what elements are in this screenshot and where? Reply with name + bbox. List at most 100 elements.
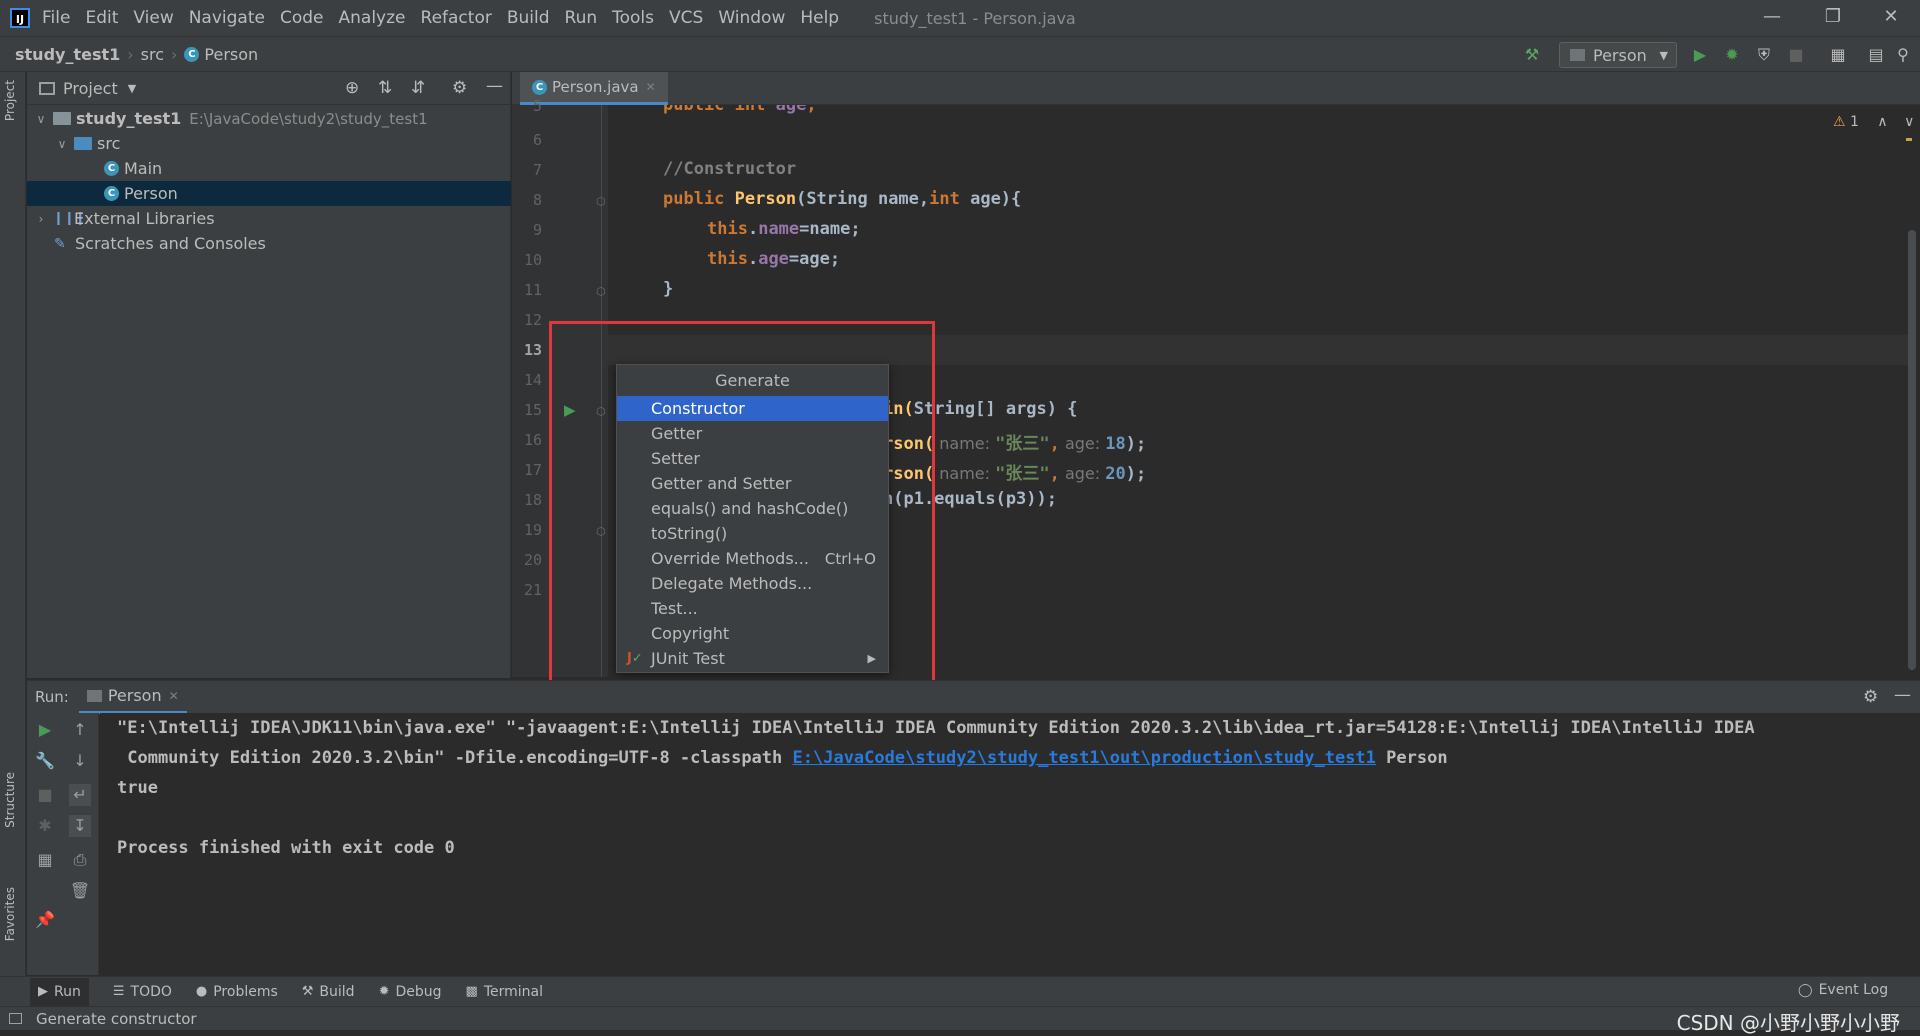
line-number: 9 [532,221,542,239]
previous-highlight-icon[interactable]: ∧ [1877,114,1887,130]
status-message: Generate constructor [36,1009,197,1028]
coverage-icon[interactable]: ⛨ [1754,45,1774,65]
classpath-link[interactable]: E:\JavaCode\study2\study_test1\out\produ… [793,748,1376,768]
fold-icon[interactable]: ⬡ [596,285,606,298]
tool-run[interactable]: ▶ Run [30,977,89,1006]
trash-icon[interactable]: 🗑 [69,880,91,902]
tree-item-person[interactable]: C Person [27,181,511,206]
next-highlight-icon[interactable]: ∨ [1904,114,1914,130]
tool-terminal[interactable]: ▩ Terminal [466,984,543,1000]
breadcrumb-src[interactable]: src [141,45,164,64]
menu-file[interactable]: File [42,8,70,28]
expand-all-icon[interactable]: ⇅ [378,78,392,98]
tree-item-study-test1[interactable]: ∨ study_test1 E:\JavaCode\study2\study_t… [27,106,511,131]
hide-panel-icon[interactable]: — [1894,685,1911,705]
gear-icon[interactable]: ⚙ [452,78,467,98]
dump-threads-icon[interactable]: ✱ [34,815,56,837]
breadcrumb-project[interactable]: study_test1 [15,45,120,64]
gear-icon[interactable]: ⚙ [1863,687,1878,707]
console-line: "E:\Intellij IDEA\JDK11\bin\java.exe" "-… [117,718,1755,738]
application-icon [86,689,102,702]
tree-item-label: study_test1 [76,109,182,128]
line-number: 8 [532,191,542,209]
chevron-right-icon[interactable]: › [33,212,49,226]
scroll-down-icon[interactable]: ↓ [69,750,91,772]
menu-help[interactable]: Help [800,8,839,28]
scroll-up-icon[interactable]: ↑ [69,719,91,741]
menu-run[interactable]: Run [565,8,598,28]
line-number: 19 [523,521,542,539]
tool-debug[interactable]: ✹ Debug [379,984,442,1000]
menu-tools[interactable]: Tools [612,8,654,28]
menu-navigate[interactable]: Navigate [189,8,265,28]
chevron-down-icon[interactable]: ∨ [54,137,70,151]
layout-icon[interactable]: ▦ [34,849,56,871]
fold-icon[interactable]: ⬡ [596,195,606,208]
tab-person-java[interactable]: C Person.java ✕ [520,72,668,105]
warning-icon: ⚠ [1833,114,1846,130]
breadcrumb-file[interactable]: Person [204,45,258,64]
menu-build[interactable]: Build [507,8,550,28]
chevron-down-icon[interactable]: ∨ [33,112,49,126]
tree-item-main[interactable]: C Main [27,156,511,181]
error-stripe-mark[interactable] [1906,138,1912,141]
debug-icon[interactable]: ✹ [1722,45,1742,65]
restore-icon[interactable]: ❐ [1821,6,1845,30]
tool-todo[interactable]: ☰ TODO [113,984,172,1000]
tree-item-src[interactable]: ∨ src [27,131,511,156]
locate-target-icon[interactable]: ⊕ [345,78,359,98]
hide-panel-icon[interactable]: — [486,76,503,96]
tool-problems[interactable]: ● Problems [196,984,278,1000]
line-number: 20 [523,551,542,569]
menu-code[interactable]: Code [280,8,324,28]
close-tab-icon[interactable]: ✕ [646,80,656,94]
menu-refactor[interactable]: Refactor [421,8,492,28]
collapse-all-icon[interactable]: ⇵ [411,78,425,98]
run-tab-person[interactable]: Person ✕ [78,681,187,714]
watermark-text: CSDN @小野小野小小野 [1676,1011,1900,1035]
soft-wrap-icon[interactable]: ↵ [69,784,91,806]
run-icon[interactable]: ▶ [1690,45,1710,65]
stop-icon[interactable]: ■ [34,784,56,806]
project-tool-tab[interactable]: Project [3,80,17,121]
favorites-tool-tab[interactable]: Favorites [3,887,17,941]
stop-icon[interactable]: ■ [1786,45,1806,65]
pin-icon[interactable]: 📌 [34,909,56,931]
editor-scrollbar[interactable] [1908,230,1916,670]
tool-event-log[interactable]: ◯ Event Log [1798,982,1888,998]
tool-windows-toggle-icon[interactable] [9,1013,22,1024]
scroll-to-end-icon[interactable]: ↧ [69,815,91,837]
run-configuration-select[interactable]: Person ▼ [1559,42,1677,68]
close-icon[interactable]: ✕ [1879,6,1903,30]
wrench-icon[interactable]: 🔧 [34,750,56,772]
terminal-icon: ▩ [465,984,478,999]
rerun-icon[interactable]: ▶ [34,719,56,741]
menu-edit[interactable]: Edit [85,8,118,28]
print-icon[interactable]: ⎙ [69,849,91,871]
class-icon: C [104,161,119,176]
presentation-icon[interactable]: ▤ [1866,45,1886,65]
console-output[interactable]: "E:\Intellij IDEA\JDK11\bin\java.exe" "-… [100,713,1920,975]
inspection-widget[interactable]: ⚠ 1 ∧ ∨ [1833,114,1914,130]
annotation-highlight-box [549,321,935,694]
structure-tool-tab[interactable]: Structure [3,772,17,828]
project-structure-icon[interactable]: ▦ [1828,45,1848,65]
tree-item-scratches[interactable]: ✎ Scratches and Consoles [27,231,511,256]
close-tab-icon[interactable]: ✕ [169,689,179,703]
run-tab-label: Person [107,686,162,705]
search-icon[interactable]: ⚲ [1893,45,1913,65]
bottom-tool-window-bar: ▶ Run ☰ TODO ● Problems ⚒ Build ✹ Debug ▩ Term… [0,976,1920,1006]
tool-build[interactable]: ⚒ Build [302,984,355,1000]
menu-bar: IJ File Edit View Navigate Code Analyze … [0,0,1920,36]
menu-window[interactable]: Window [718,8,785,28]
dropdown-arrow-icon[interactable]: ▼ [128,82,136,95]
source-folder-icon [74,137,92,150]
code-line-11: } [663,279,674,299]
tree-item-external-libraries[interactable]: › ❙❙❙ External Libraries [27,206,511,231]
build-hammer-icon[interactable]: ⚒ [1522,45,1542,65]
menu-view[interactable]: View [133,8,173,28]
project-panel-title[interactable]: Project [63,79,118,98]
minimize-icon[interactable]: — [1760,6,1784,30]
menu-analyze[interactable]: Analyze [339,8,406,28]
menu-vcs[interactable]: VCS [669,8,703,28]
